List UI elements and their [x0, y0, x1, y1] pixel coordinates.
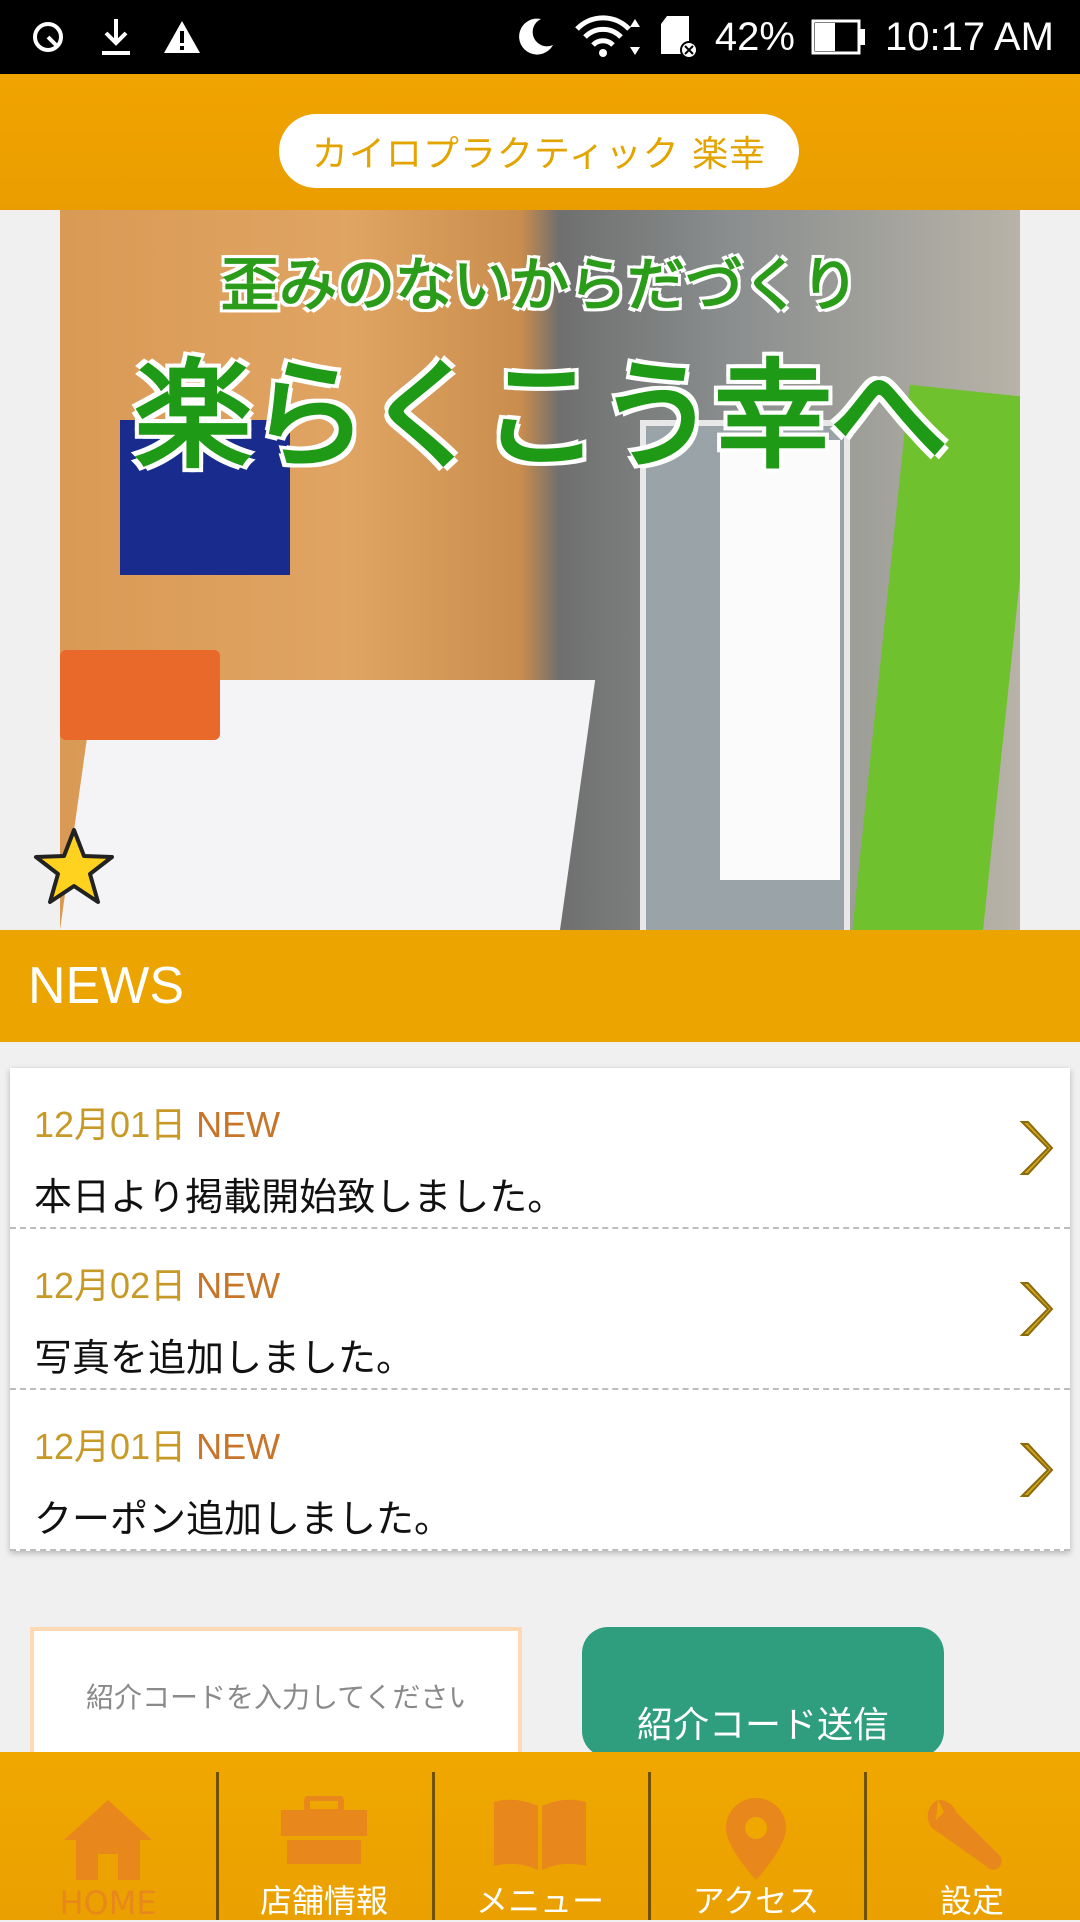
book-icon [492, 1796, 588, 1876]
warning-icon [162, 19, 202, 55]
nav-shop-info[interactable]: 店舗情報 [216, 1752, 432, 1920]
map-pin-icon [724, 1796, 788, 1886]
nav-label: 店舗情報 [259, 1882, 388, 1920]
news-title: NEWS [28, 957, 184, 1015]
sd-card-icon [659, 14, 699, 60]
nav-home[interactable]: HOME [0, 1752, 216, 1922]
new-badge: NEW [196, 1426, 281, 1467]
hero-tagline: 歪みのないからだづくり [220, 251, 859, 319]
moon-icon [513, 15, 557, 59]
chevron-right-icon [1014, 1440, 1054, 1504]
download-icon [98, 17, 134, 57]
hero-bed [60, 650, 220, 740]
status-icons-right: 42% 10:17 AM [513, 14, 1054, 60]
battery-icon [811, 17, 869, 57]
referral-code-input[interactable] [30, 1627, 522, 1767]
news-list: 12月01日 NEW 本日より掲載開始致しました。 12月02日 NEW 写真を追加… [10, 1068, 1070, 1551]
shop-icon [279, 1795, 369, 1870]
app-title: カイロプラクティック 楽幸 [279, 114, 799, 188]
news-date-text: 12月02日 [34, 1265, 187, 1306]
news-date-text: 12月01日 [34, 1104, 187, 1145]
favorite-star-icon[interactable] [32, 826, 116, 910]
nav-label: メニュー [475, 1882, 604, 1920]
news-text: クーポン追加しました。 [34, 1497, 453, 1541]
new-badge: NEW [196, 1104, 281, 1145]
bottom-nav: HOME 店舗情報 メニュー アクセス 設定 [0, 1752, 1080, 1922]
wifi-icon [573, 15, 643, 59]
hero-banner-white [720, 440, 840, 880]
nav-menu[interactable]: メニュー [432, 1752, 648, 1920]
nav-access[interactable]: アクセス [648, 1752, 864, 1920]
nav-label: アクセス [692, 1882, 820, 1920]
news-text: 本日より掲載開始致しました。 [34, 1175, 566, 1219]
news-item[interactable]: 12月01日 NEW クーポン追加しました。 [10, 1390, 1070, 1551]
wrench-icon [924, 1796, 1020, 1876]
new-badge: NEW [196, 1265, 281, 1306]
clock: 10:17 AM [884, 14, 1054, 59]
news-header: NEWS [0, 930, 1080, 1042]
news-text: 写真を追加しました。 [34, 1336, 415, 1380]
home-icon [60, 1796, 156, 1886]
battery-percent: 42% [714, 14, 795, 59]
sync-icon [30, 17, 70, 57]
status-icons-left [30, 17, 202, 57]
chevron-right-icon [1014, 1279, 1054, 1343]
app-header: カイロプラクティック 楽幸 [0, 74, 1080, 210]
hero-headline: 楽らくこう幸へ [133, 347, 948, 485]
news-date-text: 12月01日 [34, 1426, 187, 1467]
news-date: 12月02日 NEW [34, 1257, 1046, 1309]
news-date: 12月01日 NEW [34, 1096, 1046, 1148]
send-referral-button[interactable]: 紹介コード送信 [582, 1627, 944, 1757]
nav-settings[interactable]: 設定 [864, 1752, 1080, 1920]
chevron-right-icon [1014, 1118, 1054, 1182]
nav-label: HOME [59, 1884, 157, 1922]
nav-label: 設定 [939, 1882, 1004, 1920]
news-item[interactable]: 12月02日 NEW 写真を追加しました。 [10, 1229, 1070, 1390]
news-item[interactable]: 12月01日 NEW 本日より掲載開始致しました。 [10, 1068, 1070, 1229]
hero-image: 歪みのないからだづくり 楽らくこう幸へ [60, 210, 1020, 930]
news-date: 12月01日 NEW [34, 1418, 1046, 1470]
status-bar: 42% 10:17 AM [0, 0, 1080, 74]
